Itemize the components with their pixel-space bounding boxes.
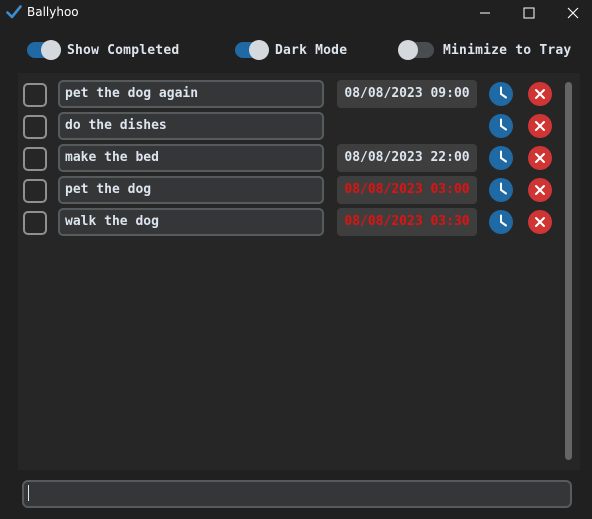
minimize-to-tray-switch[interactable] xyxy=(398,40,434,60)
delete-task-button[interactable] xyxy=(528,82,552,106)
task-text-field[interactable]: pet the dog again xyxy=(58,80,324,108)
task-complete-checkbox[interactable] xyxy=(23,179,47,203)
set-due-button[interactable] xyxy=(489,114,513,138)
task-text-field[interactable]: pet the dog xyxy=(58,176,324,204)
switch-knob xyxy=(398,40,418,60)
switch-knob xyxy=(41,40,61,60)
clock-icon xyxy=(500,150,507,163)
task-row: pet the dog 08/08/2023 03:00 xyxy=(0,176,592,206)
due-date-label: 08/08/2023 22:00 xyxy=(337,144,477,172)
close-circle-icon xyxy=(535,121,545,131)
dark-mode-switch[interactable] xyxy=(235,40,269,60)
task-row: walk the dog 08/08/2023 03:30 xyxy=(0,208,592,238)
maximize-button[interactable] xyxy=(506,0,552,26)
due-date-label: 08/08/2023 09:00 xyxy=(337,80,477,108)
clock-icon xyxy=(500,214,507,227)
close-icon xyxy=(567,7,579,19)
set-due-button[interactable] xyxy=(489,210,513,234)
task-text-field[interactable]: make the bed xyxy=(58,144,324,172)
delete-task-button[interactable] xyxy=(528,178,552,202)
window-title: Ballyhoo xyxy=(27,5,79,19)
show-completed-label: Show Completed xyxy=(67,42,180,58)
task-row: pet the dog again 08/08/2023 09:00 xyxy=(0,80,592,110)
set-due-button[interactable] xyxy=(489,82,513,106)
task-complete-checkbox[interactable] xyxy=(23,147,47,171)
minimize-icon xyxy=(480,12,490,14)
set-due-button[interactable] xyxy=(489,146,513,170)
close-circle-icon xyxy=(535,217,545,227)
set-due-button[interactable] xyxy=(489,178,513,202)
minimize-to-tray-toggle[interactable]: Minimize to Tray xyxy=(398,40,572,60)
task-complete-checkbox[interactable] xyxy=(23,115,47,139)
due-date-label-overdue: 08/08/2023 03:00 xyxy=(337,176,477,204)
close-circle-icon xyxy=(535,153,545,163)
clock-icon xyxy=(500,182,507,195)
task-text-field[interactable]: walk the dog xyxy=(58,208,324,236)
checkmark-icon xyxy=(6,4,22,20)
clock-icon xyxy=(500,118,507,131)
dark-mode-label: Dark Mode xyxy=(275,42,348,58)
maximize-icon xyxy=(523,7,535,19)
clock-icon xyxy=(500,86,507,99)
due-date-label-overdue: 08/08/2023 03:30 xyxy=(337,208,477,236)
task-complete-checkbox[interactable] xyxy=(23,83,47,107)
show-completed-switch[interactable] xyxy=(27,40,61,60)
show-completed-toggle[interactable]: Show Completed xyxy=(27,40,179,60)
close-circle-icon xyxy=(535,185,545,195)
minimize-button[interactable] xyxy=(462,0,508,26)
close-circle-icon xyxy=(535,89,545,99)
task-row: do the dishes xyxy=(0,112,592,142)
task-row: make the bed 08/08/2023 22:00 xyxy=(0,144,592,174)
task-complete-checkbox[interactable] xyxy=(23,211,47,235)
minimize-to-tray-label: Minimize to Tray xyxy=(443,42,572,58)
dark-mode-toggle[interactable]: Dark Mode xyxy=(235,40,347,60)
new-task-input[interactable] xyxy=(22,480,572,508)
delete-task-button[interactable] xyxy=(528,210,552,234)
text-caret xyxy=(28,485,29,501)
task-text-field[interactable]: do the dishes xyxy=(58,112,324,140)
delete-task-button[interactable] xyxy=(528,146,552,170)
app-window: Ballyhoo Show Completed Dark Mode Minimi… xyxy=(0,0,592,519)
title-bar: Ballyhoo xyxy=(0,0,592,26)
close-button[interactable] xyxy=(550,0,592,26)
delete-task-button[interactable] xyxy=(528,114,552,138)
switch-knob xyxy=(249,40,269,60)
